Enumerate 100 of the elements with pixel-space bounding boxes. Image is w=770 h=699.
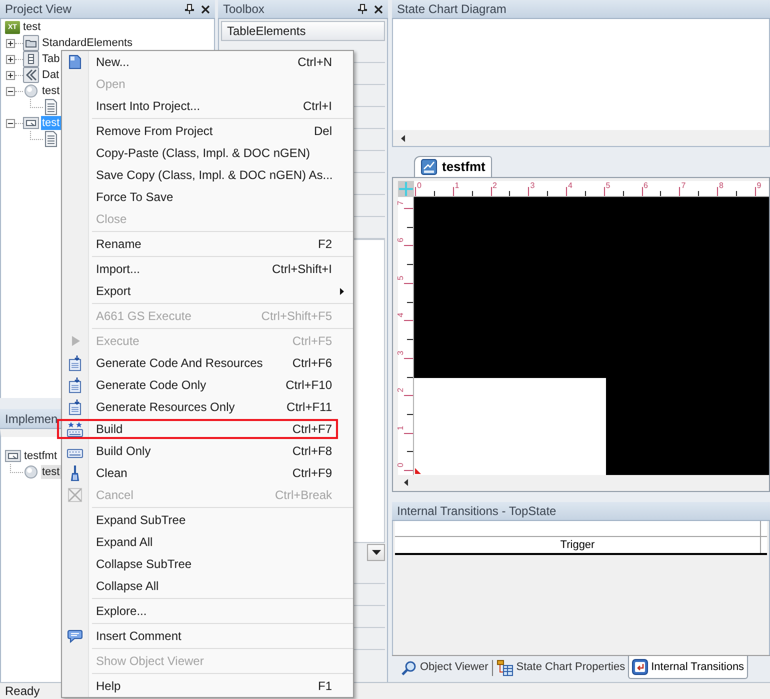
crosshair-icon: [399, 182, 413, 196]
menu-item[interactable]: Expand All: [62, 531, 353, 553]
menu-item[interactable]: Explore...: [62, 600, 353, 622]
ruler-label: 9: [756, 181, 762, 190]
tree-item[interactable]: test: [41, 84, 61, 98]
panel-title: Project View: [5, 2, 72, 16]
menu-item[interactable]: Collapse All: [62, 575, 353, 597]
panel-title: Implemen: [5, 412, 58, 426]
panel-tab[interactable]: Object Viewer: [398, 656, 492, 679]
grid-arrows-icon: [497, 660, 514, 676]
expand-icon[interactable]: [6, 55, 15, 64]
window-icon: [5, 448, 21, 464]
panel-title: State Chart Diagram: [397, 2, 506, 16]
window-icon: [23, 115, 39, 131]
return-arrow-icon: [632, 659, 648, 675]
menu-item[interactable]: Import... Ctrl+Shift+I: [62, 258, 353, 280]
menu-item[interactable]: Insert Comment: [62, 625, 353, 647]
expand-icon[interactable]: [6, 39, 15, 48]
collapse-icon[interactable]: [6, 119, 15, 128]
ruler-label: 6: [644, 181, 648, 190]
sphere-icon: [23, 83, 39, 99]
document-icon: [67, 54, 83, 70]
ruler-label: 7: [397, 200, 406, 206]
ruler-label: 0: [397, 462, 406, 468]
expand-icon[interactable]: [6, 71, 15, 80]
folder-icon: [23, 35, 39, 51]
collapse-icon[interactable]: [6, 87, 15, 96]
panel-tab[interactable]: Internal Transitions: [628, 656, 748, 679]
keyboard-stars-icon: [67, 421, 83, 437]
horizontal-scrollbar[interactable]: [392, 130, 770, 147]
ruler-label: 4: [397, 313, 406, 318]
shortcut-text: Ctrl+F7: [292, 421, 332, 438]
ruler-label: 2: [492, 181, 497, 190]
shortcut-text: Ctrl+F6: [292, 355, 332, 372]
shortcut-text: Ctrl+F11: [286, 399, 332, 416]
ruler-label: 3: [530, 181, 535, 190]
origin-marker-icon: [415, 468, 421, 474]
shortcut-text: F2: [318, 236, 332, 253]
ruler-label: 5: [606, 181, 610, 190]
sphere-icon: [23, 464, 39, 480]
menu-item[interactable]: Generate Resources Only Ctrl+F11: [62, 396, 353, 418]
ruler-label: 1: [397, 425, 406, 430]
ruler-label: 5: [397, 276, 406, 280]
tree-item[interactable]: StandardElements: [41, 36, 134, 50]
tree-item[interactable]: test: [41, 465, 61, 479]
menu-item[interactable]: Remove From Project Del: [62, 120, 353, 142]
crossed-box-icon: [67, 487, 83, 503]
ruler-label: 8: [719, 181, 724, 190]
search-icon: [401, 660, 417, 676]
menu-item[interactable]: Export: [62, 280, 353, 302]
scroll-down-icon: [372, 550, 380, 555]
scroll-down-button[interactable]: [367, 544, 385, 561]
menu-item[interactable]: Insert Into Project... Ctrl+I: [62, 95, 353, 117]
menu-item[interactable]: Rename F2: [62, 233, 353, 255]
pin-icon[interactable]: [185, 4, 194, 14]
shortcut-text: Ctrl+F8: [292, 443, 332, 460]
ruler-label: 2: [397, 388, 406, 392]
ruler-label: 0: [417, 181, 422, 190]
page-arrow-icon: [67, 355, 83, 371]
menu-item[interactable]: Copy-Paste (Class, Impl. & DOC nGEN): [62, 142, 353, 164]
menu-item[interactable]: Build Ctrl+F7: [57, 419, 338, 439]
panel-title: Toolbox: [223, 2, 264, 16]
shortcut-text: Ctrl+F5: [292, 333, 332, 350]
status-text: Ready: [5, 684, 40, 698]
shortcut-text: Ctrl+Shift+I: [272, 261, 332, 278]
close-icon[interactable]: [374, 4, 383, 14]
panel-title: Internal Transitions - TopState: [397, 504, 556, 518]
menu-item[interactable]: Generate Code And Resources Ctrl+F6: [62, 352, 353, 374]
shortcut-text: Ctrl+I: [302, 98, 332, 115]
ruler-label: 7: [681, 181, 686, 190]
menu-item[interactable]: Help F1: [62, 675, 353, 697]
tree-item[interactable]: Tab: [41, 52, 61, 66]
tree-item[interactable]: test: [22, 20, 42, 34]
tree-item[interactable]: testfmt: [23, 449, 58, 463]
ruler-label: 6: [397, 238, 406, 243]
tree-item[interactable]: Dat: [41, 68, 60, 82]
speech-bubble-icon: [67, 628, 83, 644]
panel-tab[interactable]: State Chart Properties: [494, 656, 628, 679]
document-tab[interactable]: testfmt: [414, 156, 492, 177]
menu-item[interactable]: New... Ctrl+N: [62, 51, 353, 73]
menu-item[interactable]: Force To Save: [62, 186, 353, 208]
menu-item[interactable]: Clean Ctrl+F9: [62, 462, 353, 484]
ruler-label: 3: [397, 350, 406, 356]
ruler-label: 1: [454, 181, 460, 190]
shortcut-text: Ctrl+Break: [274, 487, 332, 504]
shortcut-text: Ctrl+N: [298, 54, 332, 71]
shortcut-text: Ctrl+F9: [292, 465, 332, 482]
menu-item[interactable]: Expand SubTree: [62, 509, 353, 531]
grid-icon: [23, 51, 39, 67]
pin-icon[interactable]: [358, 4, 367, 14]
menu-item[interactable]: Save Copy (Class, Impl. & DOC nGEN) As...: [62, 164, 353, 186]
menu-item[interactable]: Generate Code Only Ctrl+F10: [62, 374, 353, 396]
menu-item[interactable]: Collapse SubTree: [62, 553, 353, 575]
category-button[interactable]: TableElements: [221, 21, 385, 41]
scroll-left-icon[interactable]: [404, 479, 408, 486]
menu-item[interactable]: Build Only Ctrl+F8: [62, 440, 353, 462]
scroll-left-icon[interactable]: [401, 134, 405, 142]
close-icon[interactable]: [201, 4, 210, 14]
shortcut-text: Ctrl+F10: [286, 377, 332, 394]
shortcut-text: Del: [314, 123, 332, 140]
